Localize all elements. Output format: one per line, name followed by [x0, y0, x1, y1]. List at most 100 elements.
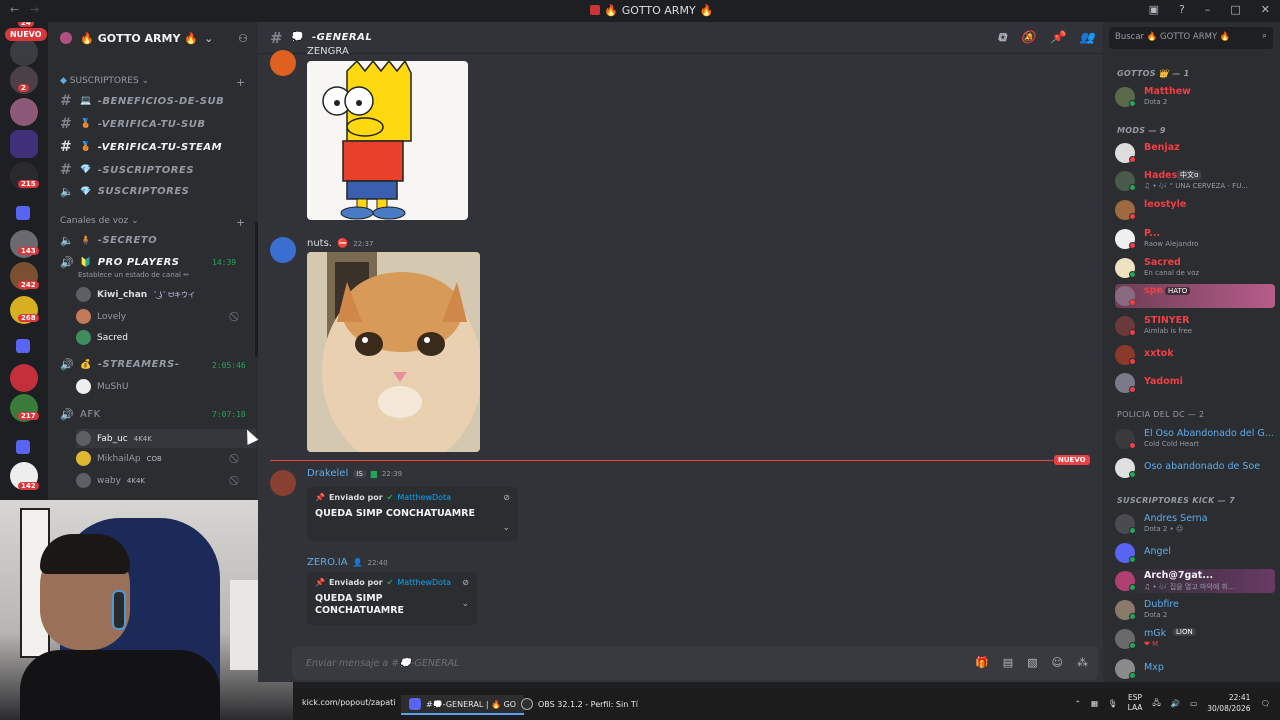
- add-user-icon[interactable]: ⚇: [238, 32, 248, 45]
- volume-icon[interactable]: 🔊: [1171, 699, 1180, 708]
- voice-user[interactable]: waby4K4K⃠: [76, 473, 145, 488]
- member-item[interactable]: leostyle: [1115, 198, 1275, 222]
- voice-user[interactable]: Fab_uc 4K4K: [76, 429, 256, 448]
- voice-channel-afk[interactable]: 🔊 AFK: [60, 408, 101, 421]
- channel-status[interactable]: Establece un estado de canal ✏: [78, 271, 189, 279]
- member-item[interactable]: mGk LION ❤ M: [1115, 627, 1275, 651]
- member-item[interactable]: Andres Serna Dota 2 • 😐: [1115, 512, 1275, 536]
- network-icon[interactable]: 🖧: [1152, 697, 1160, 710]
- channel-verifica-sub[interactable]: # 🥉 -VERIFICA-TU-SUB: [60, 116, 205, 132]
- member-item[interactable]: Oso abandonado de Soe: [1115, 456, 1275, 480]
- member-item[interactable]: Arch@7gat... ♫ • 🎶 집을 열고 마악에 취...: [1115, 569, 1275, 593]
- server-icon[interactable]: [10, 364, 38, 392]
- member-item[interactable]: Yadomi: [1115, 371, 1275, 395]
- taskbar-item-obs[interactable]: OBS 32.1.2 - Perfil: Sin Tí: [521, 698, 638, 710]
- tray-expand-icon[interactable]: ⌃: [1075, 699, 1081, 708]
- unpin-icon[interactable]: ⊘: [503, 493, 510, 502]
- member-item[interactable]: Hades 中文ɑ ♫ • 🎶 " UNA CERVEZA - FU...: [1115, 169, 1275, 193]
- emoji-icon[interactable]: ☺: [1052, 656, 1063, 669]
- voice-user-name: Lovely: [97, 311, 127, 322]
- close-icon[interactable]: ✕: [1261, 3, 1270, 16]
- avatar[interactable]: [270, 50, 296, 76]
- hash-icon: #: [270, 28, 284, 47]
- inbox-icon[interactable]: ▣: [1149, 3, 1159, 16]
- member-item[interactable]: Sacred En canal de voz: [1115, 256, 1275, 280]
- help-icon[interactable]: ?: [1179, 3, 1185, 16]
- voice-user[interactable]: Sacred: [76, 330, 128, 345]
- nuevo-pill[interactable]: NUEVO: [5, 28, 47, 41]
- avatar[interactable]: [270, 470, 296, 496]
- apps-icon[interactable]: ⁂: [1077, 656, 1088, 669]
- message-author[interactable]: nuts. ⛔ 22:37: [307, 238, 373, 249]
- message-image-cat[interactable]: [307, 252, 480, 452]
- bot-embed[interactable]: 📌 Enviado por ✔ MatthewDota QUEDA SIMP CONC…: [307, 487, 518, 541]
- member-item[interactable]: Angel: [1115, 541, 1275, 565]
- language-indicator[interactable]: ESP LAA: [1128, 693, 1143, 713]
- battery-icon[interactable]: ▭: [1190, 699, 1197, 708]
- member-item[interactable]: spe HATO: [1115, 284, 1275, 308]
- gift-icon[interactable]: 🎁: [975, 656, 989, 669]
- channel-beneficios[interactable]: # 💻 -BENEFICIOS-DE-SUB: [60, 93, 224, 109]
- server-icon[interactable]: [10, 98, 38, 126]
- sticker-icon[interactable]: ▧: [1027, 656, 1037, 669]
- taskbar-item-discord[interactable]: #💭-GENERAL | 🔥 GO: [401, 695, 525, 715]
- voice-channel-pro-players[interactable]: 🔊 🔰 PRO PLAYERS: [60, 256, 180, 269]
- member-item[interactable]: El Oso Abandonado del G... Cold Cold Hear…: [1115, 427, 1275, 451]
- back-arrow-icon[interactable]: ←: [10, 3, 19, 16]
- add-channel-icon[interactable]: +: [236, 76, 245, 89]
- member-item[interactable]: xxtok: [1115, 343, 1275, 367]
- chevron-down-icon[interactable]: ⌄: [461, 599, 469, 609]
- channel-verifica-steam[interactable]: # 🥉 -VERIFICA-TU-STEAM: [60, 139, 222, 155]
- channel-suscriptores-text[interactable]: # 💎 -SUSCRIPTORES: [60, 162, 194, 178]
- message-author[interactable]: Drakelel IS ▆ 22:39: [307, 468, 402, 479]
- notification-icon[interactable]: 🗨: [1260, 699, 1270, 708]
- chevron-down-icon[interactable]: ⌄: [502, 523, 510, 533]
- member-item[interactable]: P... Raow Alejandro: [1115, 227, 1275, 251]
- maximize-icon[interactable]: □: [1230, 3, 1240, 16]
- bot-embed[interactable]: 📌 Enviado por ✔ MatthewDota QUEDA SIMP CONC…: [307, 572, 477, 625]
- threads-icon[interactable]: ⧉: [998, 30, 1007, 45]
- minimize-icon[interactable]: –: [1205, 3, 1211, 16]
- server-icon[interactable]: [10, 130, 38, 158]
- sender-name[interactable]: MatthewDota: [397, 493, 451, 502]
- channel-suscriptores-voice[interactable]: 🔈 💎 SUSCRIPTORES: [60, 185, 189, 198]
- channel-sidebar: 🔥 GOTTO ARMY 🔥 ⌄ ⚇ ◆ SUSCRIPTORES ⌄ + # 💻…: [48, 22, 258, 500]
- members-icon[interactable]: 👥: [1080, 30, 1095, 45]
- unpin-icon[interactable]: ⊘: [462, 578, 469, 587]
- message-author[interactable]: ZENGRA: [307, 46, 349, 57]
- voice-channel-secreto[interactable]: 🔈 🧍 -SECRETO: [60, 234, 157, 247]
- sender-name[interactable]: MatthewDota: [397, 578, 451, 587]
- folder-icon[interactable]: [16, 440, 30, 454]
- member-item[interactable]: Matthew Dota 2: [1115, 85, 1275, 109]
- guild-header[interactable]: 🔥 GOTTO ARMY 🔥 ⌄ ⚇: [48, 22, 258, 54]
- tray-app-icon[interactable]: ▦: [1091, 699, 1098, 708]
- voice-user[interactable]: Kiwi_chan ˘ ͜ʖ˘ ᗢキウイ: [76, 287, 195, 302]
- microphone-icon[interactable]: 🎙: [1108, 699, 1118, 708]
- server-icon[interactable]: [10, 38, 38, 66]
- message-image-bart[interactable]: [307, 61, 468, 220]
- member-item[interactable]: Dubfire Dota 2: [1115, 598, 1275, 622]
- search-input[interactable]: Buscar 🔥 GOTTO ARMY 🔥 ⌕: [1109, 27, 1273, 49]
- message-composer[interactable]: Enviar mensaje a #💭-GENERAL 🎁 ▤ ▧ ☺ ⁂: [292, 646, 1098, 680]
- message-author[interactable]: ZERO.IA 👤 22:40: [307, 557, 388, 568]
- mute-bell-icon[interactable]: 🔕: [1021, 30, 1036, 45]
- member-item[interactable]: Mxp: [1115, 657, 1275, 681]
- gif-icon[interactable]: ▤: [1003, 656, 1013, 669]
- folder-icon[interactable]: [16, 339, 30, 353]
- pin-icon[interactable]: 📌: [1050, 30, 1065, 45]
- avatar[interactable]: [270, 237, 296, 263]
- category-suscriptores[interactable]: ◆ SUSCRIPTORES ⌄ +: [60, 76, 245, 89]
- voice-user[interactable]: MikhailApCOB⃠: [76, 451, 162, 466]
- category-voice[interactable]: Canales de voz ⌄ +: [60, 216, 245, 229]
- voice-user[interactable]: Lovely⃠: [76, 309, 126, 324]
- member-item[interactable]: STINYER Aimlab is free: [1115, 314, 1275, 338]
- member-item[interactable]: Benjaz: [1115, 141, 1275, 165]
- add-channel-icon[interactable]: +: [236, 216, 245, 229]
- clock[interactable]: 22:41 30/08/2026: [1207, 692, 1250, 714]
- voice-channel-streamers[interactable]: 🔊 💰 -STREAMERS-: [60, 358, 180, 371]
- forward-arrow-icon[interactable]: →: [30, 3, 39, 16]
- taskbar-item-kick[interactable]: kick.com/popout/zapati: [302, 698, 396, 707]
- folder-icon[interactable]: [16, 206, 30, 220]
- channel-label: -SECRETO: [97, 235, 158, 246]
- voice-user[interactable]: MuShU: [76, 379, 128, 394]
